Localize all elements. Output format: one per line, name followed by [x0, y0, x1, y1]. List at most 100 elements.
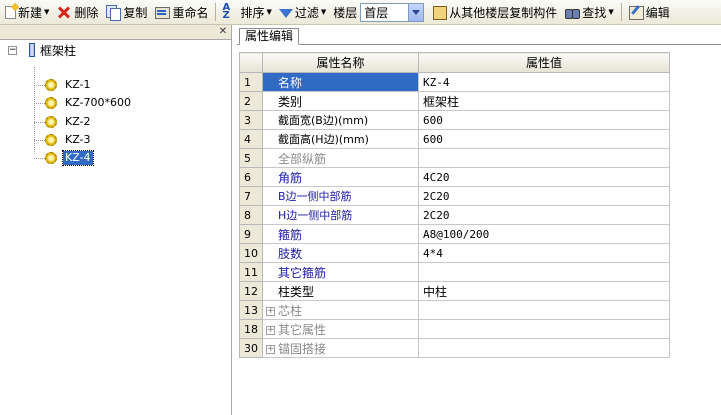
property-value[interactable]: A8@100/200: [418, 224, 670, 244]
delete-icon: [56, 4, 72, 20]
edit-label: 编辑: [645, 5, 670, 20]
table-row[interactable]: 1 名称 KZ-4: [239, 72, 670, 92]
tree-collapse-icon[interactable]: −: [8, 45, 17, 55]
property-name[interactable]: H边一侧中部筋: [262, 205, 419, 225]
copy-button[interactable]: 复制: [102, 2, 150, 23]
table-row[interactable]: 3 截面宽(B边)(mm) 600: [239, 110, 670, 130]
table-row[interactable]: 2 类别 框架柱: [239, 91, 670, 111]
edit-button[interactable]: 编辑: [625, 2, 673, 23]
tree-item-label: KZ-700*600: [65, 96, 132, 109]
copy-from-floor-button[interactable]: 从其他楼层复制构件: [428, 2, 560, 23]
table-row[interactable]: 5 全部纵筋: [239, 148, 670, 168]
property-value: [418, 319, 670, 339]
property-name[interactable]: 角筋: [262, 167, 419, 187]
floor-select-value: 首层: [364, 5, 389, 20]
toolbar-separator: [215, 3, 217, 21]
property-value[interactable]: [418, 148, 670, 168]
property-value: [418, 300, 670, 320]
column-category-icon: [29, 43, 35, 57]
tab-strip: 属性编辑: [237, 25, 721, 45]
sort-button[interactable]: AZ 排序 ▼: [219, 2, 274, 23]
row-number: 6: [239, 167, 263, 187]
property-name[interactable]: 截面高(H边)(mm): [262, 129, 419, 149]
property-name[interactable]: 其它箍筋: [262, 262, 419, 282]
tree-item-kz-2[interactable]: KZ-2: [34, 113, 93, 131]
property-name[interactable]: 类别: [262, 91, 419, 111]
property-value[interactable]: 中柱: [418, 281, 670, 301]
tree-item-label: KZ-1: [65, 78, 91, 91]
property-group[interactable]: + 芯柱: [262, 300, 419, 320]
tree-item-kz-4[interactable]: KZ-4: [34, 149, 94, 167]
table-row[interactable]: 12 柱类型 中柱: [239, 281, 670, 301]
find-button[interactable]: 查找 ▼: [561, 2, 616, 23]
table-row[interactable]: 13 + 芯柱: [239, 300, 670, 320]
column-gear-icon: [45, 97, 57, 109]
property-name[interactable]: 名称: [262, 72, 419, 92]
close-icon[interactable]: ✕: [218, 27, 228, 37]
property-value-header: 属性值: [418, 52, 670, 73]
filter-button[interactable]: 过滤 ▼: [276, 2, 329, 23]
property-group-label: 锚固搭接: [278, 341, 327, 356]
tree-item-kz-3[interactable]: KZ-3: [34, 131, 93, 149]
row-number: 3: [239, 110, 263, 130]
row-number: 2: [239, 91, 263, 111]
table-row[interactable]: 6 角筋 4C20: [239, 167, 670, 187]
sort-icon: AZ: [222, 2, 231, 21]
floor-select[interactable]: 首层: [360, 2, 425, 22]
property-value[interactable]: 4*4: [418, 243, 670, 263]
tab-attribute-edit[interactable]: 属性编辑: [239, 28, 300, 45]
property-name[interactable]: 全部纵筋: [262, 148, 419, 168]
row-number: 8: [239, 205, 263, 225]
group-expand-icon[interactable]: +: [266, 325, 275, 335]
rename-button[interactable]: 重命名: [151, 2, 211, 23]
chevron-down-icon[interactable]: [408, 3, 424, 21]
tree-root-label: 框架柱: [40, 43, 77, 58]
row-number: 9: [239, 224, 263, 244]
property-group[interactable]: + 锚固搭接: [262, 338, 419, 358]
table-row[interactable]: 9 箍筋 A8@100/200: [239, 224, 670, 244]
property-name[interactable]: 柱类型: [262, 281, 419, 301]
delete-button[interactable]: 删除: [53, 2, 101, 23]
tree-root-node[interactable]: − 框架柱: [8, 42, 76, 58]
sort-label: 排序: [240, 5, 265, 20]
property-value[interactable]: 4C20: [418, 167, 670, 187]
tree-item-kz-1[interactable]: KZ-1: [34, 76, 93, 94]
property-value[interactable]: 框架柱: [418, 91, 670, 111]
property-name[interactable]: 截面宽(B边)(mm): [262, 110, 419, 130]
group-expand-icon[interactable]: +: [266, 344, 275, 354]
table-row[interactable]: 4 截面高(H边)(mm) 600: [239, 129, 670, 149]
floor-copy-icon: [431, 4, 448, 20]
table-row[interactable]: 11 其它箍筋: [239, 262, 670, 282]
row-number: 30: [239, 338, 263, 358]
property-value[interactable]: 2C20: [418, 205, 670, 225]
column-gear-icon: [45, 116, 57, 128]
row-number: 5: [239, 148, 263, 168]
group-expand-icon[interactable]: +: [266, 306, 275, 316]
property-value: [418, 338, 670, 358]
table-row[interactable]: 30 + 锚固搭接: [239, 338, 670, 358]
table-row[interactable]: 18 + 其它属性: [239, 319, 670, 339]
property-group[interactable]: + 其它属性: [262, 319, 419, 339]
property-value[interactable]: 600: [418, 110, 670, 130]
property-name[interactable]: 箍筋: [262, 224, 419, 244]
property-value[interactable]: KZ-4: [418, 72, 670, 92]
property-value[interactable]: 2C20: [418, 186, 670, 206]
new-button[interactable]: 新建 ▼: [0, 2, 52, 23]
table-row[interactable]: 8 H边一侧中部筋 2C20: [239, 205, 670, 225]
binoculars-icon: [564, 4, 581, 20]
filter-dropdown-icon: ▼: [320, 8, 327, 16]
component-tree-panel: ✕ − 框架柱 KZ-1 KZ-700*600 KZ-2 KZ-3 KZ-4: [0, 25, 232, 415]
property-name[interactable]: 肢数: [262, 243, 419, 263]
rename-label: 重命名: [172, 5, 209, 20]
table-row[interactable]: 10 肢数 4*4: [239, 243, 670, 263]
property-value[interactable]: [418, 262, 670, 282]
tree-item-kz-700x600[interactable]: KZ-700*600: [34, 94, 133, 112]
property-name-header: 属性名称: [262, 52, 419, 73]
find-label: 查找: [582, 5, 607, 20]
row-number: 7: [239, 186, 263, 206]
table-row[interactable]: 7 B边一侧中部筋 2C20: [239, 186, 670, 206]
row-number: 12: [239, 281, 263, 301]
property-name[interactable]: B边一侧中部筋: [262, 186, 419, 206]
property-value[interactable]: 600: [418, 129, 670, 149]
copy-label: 复制: [123, 5, 148, 20]
